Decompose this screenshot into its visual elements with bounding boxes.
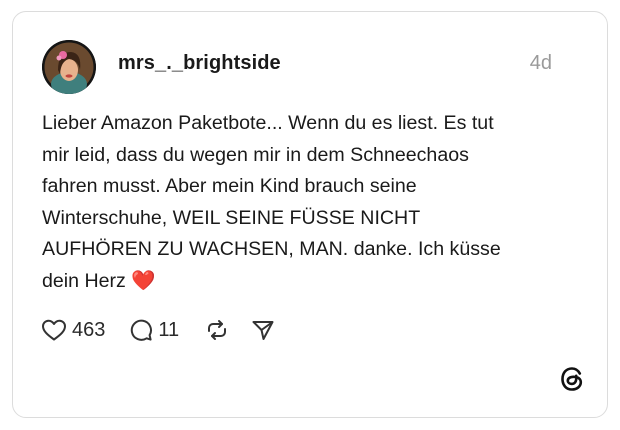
post-text-line: fahren musst. Aber mein Kind brauch sein…	[42, 175, 417, 197]
post-text-line: mir leid, dass du wegen mir in dem Schne…	[42, 143, 469, 166]
like-count: 463	[72, 318, 106, 341]
avatar[interactable]	[42, 40, 96, 94]
red-heart-emoji: ❤️	[131, 269, 156, 292]
post-text-line: Winterschuhe, WEIL SEINE FÜSSE NICHT	[42, 206, 421, 229]
repost-button[interactable]	[205, 318, 229, 342]
post-body: Lieber Amazon Paketbote... Wenn du es li…	[42, 108, 582, 297]
post-card: mrs_._brightside 4d Lieber Amazon Paketb…	[12, 11, 608, 418]
speech-bubble-icon	[129, 318, 153, 342]
post-text-last-line: dein Herz ❤️	[42, 266, 582, 298]
post-text-line: AUFHÖREN ZU WACHSEN, MAN. danke. Ich küs…	[42, 238, 501, 260]
repost-icon	[205, 318, 229, 342]
heart-outline-icon	[41, 318, 67, 342]
reply-count: 11	[158, 318, 180, 341]
post-text-line: Lieber Amazon Paketbote... Wenn du es li…	[42, 112, 494, 134]
username[interactable]: mrs_._brightside	[118, 52, 281, 75]
post-timestamp: 4d	[529, 52, 552, 74]
share-button[interactable]	[251, 318, 275, 342]
post-text-line: dein Herz	[42, 269, 126, 292]
like-button[interactable]: 463	[41, 318, 105, 342]
threads-logo-icon	[557, 364, 587, 394]
avatar-image	[42, 40, 96, 94]
action-bar: 463 11	[41, 315, 275, 345]
reply-button[interactable]: 11	[129, 318, 179, 342]
send-icon	[251, 318, 275, 342]
